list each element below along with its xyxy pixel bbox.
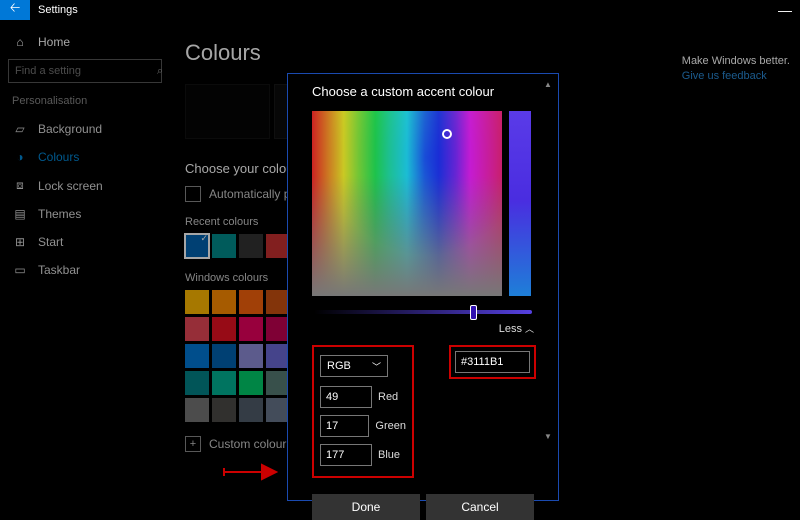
search-input[interactable] (15, 65, 157, 77)
chevron-down-icon: ﹀ (372, 360, 381, 373)
sidebar-item-start[interactable]: ⊞ Start (8, 228, 162, 256)
gradient-cursor[interactable] (442, 129, 452, 139)
value-slider[interactable] (314, 310, 532, 314)
colour-swatch[interactable] (212, 317, 236, 341)
colour-swatch[interactable] (239, 317, 263, 341)
sidebar-item-label: Background (38, 122, 102, 136)
themes-icon: ▤ (12, 207, 28, 221)
sidebar-item-label: Lock screen (38, 179, 103, 193)
sidebar-item-label: Taskbar (38, 263, 80, 277)
feedback-panel: Make Windows better. Give us feedback (682, 55, 790, 82)
sidebar-item-colours[interactable]: ◑ Colours (8, 143, 162, 171)
lock-icon: ⧈ (12, 178, 28, 193)
less-toggle[interactable]: Less︿ (312, 322, 534, 335)
feedback-text: Make Windows better. (682, 55, 790, 67)
green-label: Green (375, 420, 406, 432)
colour-swatch[interactable] (212, 398, 236, 422)
blue-input[interactable]: 177 (320, 444, 372, 466)
cancel-button[interactable]: Cancel (426, 494, 534, 520)
taskbar-icon: ▭ (12, 263, 28, 277)
recent-swatch[interactable] (212, 234, 236, 258)
back-button[interactable]: 🡠 (0, 0, 30, 20)
done-button[interactable]: Done (312, 494, 420, 520)
sidebar-item-lock-screen[interactable]: ⧈ Lock screen (8, 171, 162, 200)
colour-swatch[interactable] (185, 290, 209, 314)
hue-column[interactable] (509, 111, 531, 296)
less-label: Less (499, 323, 522, 335)
picture-icon: ▱ (12, 122, 28, 136)
sidebar: ⌂ Home ⌕ Personalisation ▱ Background ◑ Col… (0, 20, 170, 501)
search-icon: ⌕ (157, 65, 163, 78)
blue-label: Blue (378, 449, 400, 461)
sidebar-item-label: Start (38, 235, 63, 249)
start-icon: ⊞ (12, 235, 28, 249)
colour-swatch[interactable] (239, 290, 263, 314)
feedback-link[interactable]: Give us feedback (682, 70, 790, 82)
colour-swatch[interactable] (212, 371, 236, 395)
minimize-button[interactable]: — (770, 0, 800, 20)
plus-icon: + (185, 436, 201, 452)
colour-gradient[interactable] (312, 111, 502, 296)
colour-swatch[interactable] (239, 398, 263, 422)
rgb-inputs-group: RGB ﹀ 49 Red 17 Green 177 Blue (312, 345, 414, 478)
app-title: Settings (38, 4, 78, 16)
colour-picker-dialog: ▲ Choose a custom accent colour Less︿ RG… (287, 73, 559, 501)
preview-desktop (185, 84, 270, 139)
hex-input[interactable]: #3111B1 (455, 351, 530, 373)
colour-swatch[interactable] (185, 371, 209, 395)
scroll-up-icon[interactable]: ▲ (542, 78, 554, 90)
red-label: Red (378, 391, 398, 403)
home-icon: ⌂ (12, 35, 28, 49)
slider-thumb[interactable] (470, 305, 477, 320)
auto-pick-checkbox[interactable] (185, 186, 201, 202)
sidebar-item-themes[interactable]: ▤ Themes (8, 200, 162, 228)
scroll-down-icon[interactable]: ▼ (542, 430, 554, 442)
colour-swatch[interactable] (239, 344, 263, 368)
dialog-title: Choose a custom accent colour (312, 84, 534, 99)
colour-swatch[interactable] (212, 344, 236, 368)
chevron-up-icon: ︿ (525, 324, 534, 334)
search-input-wrap[interactable]: ⌕ (8, 59, 162, 83)
colour-swatch[interactable] (185, 398, 209, 422)
recent-swatch[interactable] (239, 234, 263, 258)
colour-swatch[interactable] (212, 290, 236, 314)
sidebar-group-label: Personalisation (8, 95, 162, 107)
sidebar-item-label: Colours (38, 150, 79, 164)
colour-swatch[interactable] (239, 371, 263, 395)
green-input[interactable]: 17 (320, 415, 369, 437)
recent-swatch[interactable] (185, 234, 209, 258)
palette-icon: ◑ (12, 150, 28, 164)
sidebar-item-taskbar[interactable]: ▭ Taskbar (8, 256, 162, 284)
red-input[interactable]: 49 (320, 386, 372, 408)
nav-home[interactable]: ⌂ Home (8, 30, 162, 59)
sidebar-item-label: Themes (38, 207, 81, 221)
custom-colour-label: Custom colour (209, 437, 286, 451)
colour-swatch[interactable] (185, 344, 209, 368)
sidebar-item-background[interactable]: ▱ Background (8, 115, 162, 143)
colour-swatch[interactable] (185, 317, 209, 341)
colour-mode-select[interactable]: RGB ﹀ (320, 355, 388, 377)
hex-input-group: #3111B1 (449, 345, 536, 379)
colour-mode-value: RGB (327, 360, 351, 372)
nav-home-label: Home (38, 35, 70, 49)
